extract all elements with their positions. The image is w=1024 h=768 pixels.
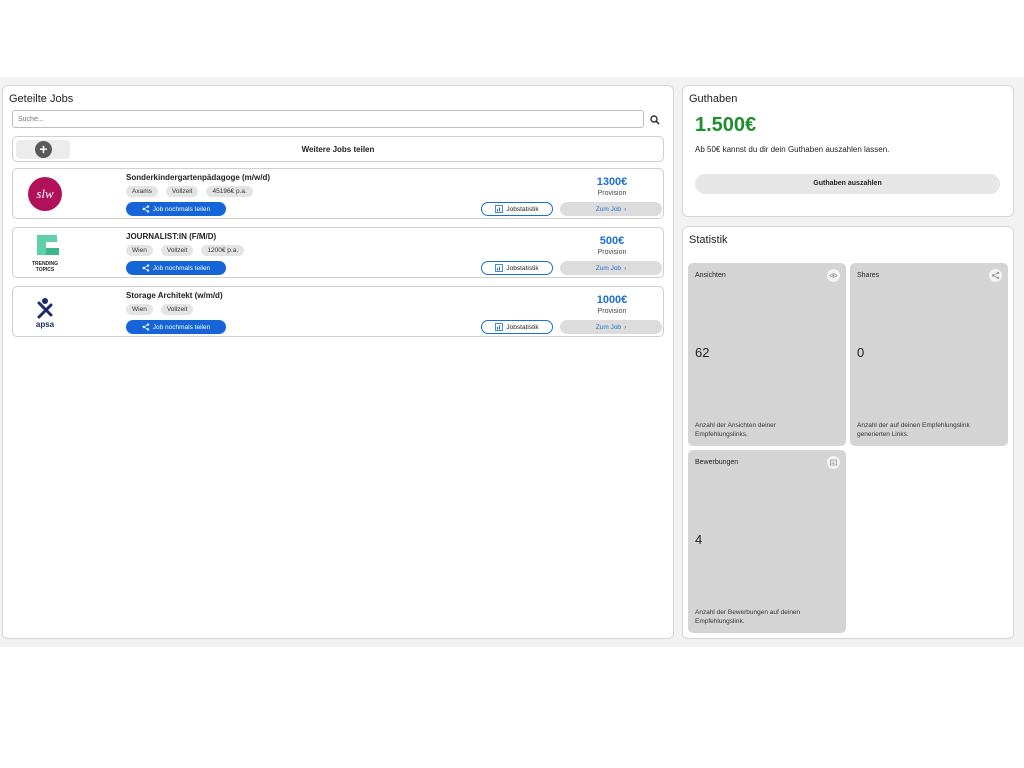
- shares-label: Shares: [857, 272, 880, 279]
- job-type-tag: Vollzeit: [165, 186, 199, 197]
- job-stats-label: Jobstatistik: [506, 323, 539, 331]
- job-tags: Wien Vollzeit 1200€ p.a.: [126, 245, 245, 256]
- share-icon: [142, 264, 149, 272]
- commission-amount: 1000€: [596, 294, 628, 306]
- job-title: JOURNALIST:IN (F/M/D): [126, 232, 217, 241]
- credit-panel: Guthaben 1.500€ Ab 50€ kannst du dir dei…: [682, 85, 1014, 217]
- trending-topics-logo: TRENDING TOPICS: [23, 234, 67, 273]
- views-value: 62: [695, 345, 710, 360]
- job-stats-button[interactable]: Jobstatistik: [481, 261, 553, 275]
- views-label: Ansichten: [695, 272, 726, 279]
- share-again-button[interactable]: Job nochmals teilen: [126, 320, 226, 334]
- job-location-tag: Axams: [126, 186, 158, 197]
- job-title: Sonderkindergartenpädagoge (m/w/d): [126, 173, 271, 182]
- goto-job-label: Zum Job: [595, 264, 622, 272]
- chart-icon: [495, 205, 504, 213]
- credit-title: Guthaben: [689, 93, 738, 105]
- job-tags: Axams Vollzeit 45196€ p.a.: [126, 186, 253, 197]
- chart-icon: [495, 264, 504, 272]
- views-tile: Ansichten 62 Anzahl der Ansichten deiner…: [688, 263, 846, 446]
- job-title: Storage Architekt (w/m/d): [126, 291, 223, 300]
- eye-icon: [827, 269, 840, 282]
- job-type-tag: Vollzeit: [160, 304, 194, 315]
- apsa-logo: apsa: [23, 293, 67, 331]
- share-again-button[interactable]: Job nochmals teilen: [126, 261, 226, 275]
- shared-jobs-panel: Geteilte Jobs + Weitere Jobs teilen slw …: [2, 85, 674, 639]
- share-icon: [142, 205, 149, 213]
- share-again-label: Job nochmals teilen: [152, 323, 211, 331]
- applications-description: Anzahl der Bewerbungen auf deinen Empfeh…: [695, 609, 801, 625]
- share-again-label: Job nochmals teilen: [152, 205, 211, 213]
- goto-job-button[interactable]: Zum Job ›: [560, 261, 662, 275]
- svg-text:slw: slw: [36, 186, 54, 201]
- goto-job-button[interactable]: Zum Job ›: [560, 320, 662, 334]
- svg-text:TOPICS: TOPICS: [36, 267, 55, 272]
- shares-description: Anzahl der auf deinen Empfehlungslink ge…: [857, 422, 970, 438]
- goto-job-button[interactable]: Zum Job ›: [560, 202, 662, 216]
- share-again-button[interactable]: Job nochmals teilen: [126, 202, 226, 216]
- job-location-tag: Wien: [126, 304, 153, 315]
- job-stats-button[interactable]: Jobstatistik: [481, 320, 553, 334]
- job-location-tag: Wien: [126, 245, 153, 256]
- views-description: Anzahl der Ansichten deiner Empfehlungsl…: [695, 422, 776, 438]
- statistics-title: Statistik: [689, 234, 728, 246]
- applications-tile: Bewerbungen 4 Anzahl der Bewerbungen auf…: [688, 450, 846, 633]
- search-input[interactable]: [12, 110, 644, 128]
- goto-job-label: Zum Job: [595, 205, 622, 213]
- chevron-right-icon: ›: [624, 205, 627, 213]
- credit-amount: 1.500€: [695, 114, 757, 136]
- chevron-right-icon: ›: [624, 264, 627, 272]
- chevron-right-icon: ›: [624, 323, 627, 331]
- commission-label: Provision: [597, 249, 627, 256]
- shared-jobs-title: Geteilte Jobs: [9, 93, 74, 105]
- job-stats-label: Jobstatistik: [506, 264, 539, 272]
- statistics-panel: Statistik Ansichten 62 Anzahl der Ansich…: [682, 226, 1014, 639]
- svg-text:apsa: apsa: [36, 320, 55, 329]
- payout-button[interactable]: Guthaben auszahlen: [695, 174, 1000, 194]
- job-salary-tag: 1200€ p.a.: [201, 245, 245, 256]
- goto-job-label: Zum Job: [595, 323, 622, 331]
- job-card: slw Sonderkindergartenpädagoge (m/w/d) A…: [12, 168, 664, 219]
- share-more-jobs-button[interactable]: + Weitere Jobs teilen: [12, 136, 664, 162]
- share-more-jobs-label: Weitere Jobs teilen: [301, 145, 375, 154]
- commission-label: Provision: [597, 308, 627, 315]
- shares-value: 0: [857, 345, 865, 360]
- applications-value: 4: [695, 532, 703, 547]
- job-salary-tag: 45196€ p.a.: [206, 186, 253, 197]
- job-card: apsa Storage Architekt (w/m/d) Wien Voll…: [12, 286, 664, 337]
- job-type-tag: Vollzeit: [160, 245, 194, 256]
- search-icon[interactable]: [649, 113, 661, 125]
- job-stats-label: Jobstatistik: [506, 205, 539, 213]
- chart-icon: [495, 323, 504, 331]
- job-card: TRENDING TOPICS JOURNALIST:IN (F/M/D) Wi…: [12, 227, 664, 278]
- commission-amount: 1300€: [596, 176, 628, 188]
- shares-tile: Shares 0 Anzahl der auf deinen Empfehlun…: [850, 263, 1008, 446]
- share-again-label: Job nochmals teilen: [152, 264, 211, 272]
- credit-note: Ab 50€ kannst du dir dein Guthaben ausza…: [695, 145, 890, 154]
- applications-label: Bewerbungen: [695, 459, 739, 466]
- job-tags: Wien Vollzeit: [126, 304, 194, 315]
- commission-amount: 500€: [599, 235, 625, 247]
- commission-label: Provision: [597, 190, 627, 197]
- job-stats-button[interactable]: Jobstatistik: [481, 202, 553, 216]
- share-icon: [989, 269, 1002, 282]
- share-icon: [142, 323, 149, 331]
- application-icon: [827, 456, 840, 469]
- slw-logo: slw: [23, 175, 67, 213]
